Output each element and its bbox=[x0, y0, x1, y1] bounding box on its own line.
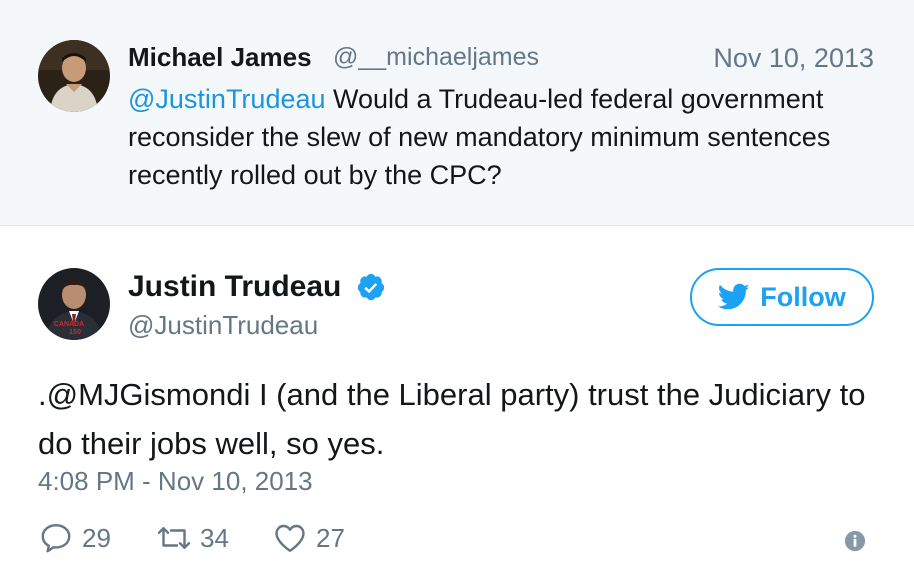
reply-context-block: Michael James @__michaeljames Nov 10, 20… bbox=[0, 0, 914, 226]
avatar-caption-line1: CANADA bbox=[54, 321, 84, 328]
follow-button[interactable]: Follow bbox=[690, 268, 874, 326]
reply-header: Michael James @__michaeljames Nov 10, 20… bbox=[128, 42, 874, 74]
tweet-actions: 29 34 27 bbox=[38, 520, 878, 556]
reply-mention-link[interactable]: @JustinTrudeau bbox=[128, 84, 326, 114]
speech-bubble-icon bbox=[41, 524, 71, 553]
justin-trudeau-avatar[interactable]: CANADA 150 bbox=[38, 268, 110, 340]
avatar-caption-line2: 150 bbox=[69, 329, 81, 336]
tweet-author-handle[interactable]: @JustinTrudeau bbox=[128, 310, 318, 341]
tweet-author-name[interactable]: Justin Trudeau bbox=[128, 270, 341, 304]
verified-badge-icon bbox=[357, 273, 384, 301]
michael-james-avatar[interactable] bbox=[38, 40, 110, 112]
retweet-icon bbox=[157, 527, 191, 549]
reply-author-name[interactable]: Michael James bbox=[128, 42, 312, 73]
like-action[interactable]: 27 bbox=[272, 520, 345, 556]
reply-author-handle[interactable]: @__michaeljames bbox=[333, 43, 539, 72]
retweet-action[interactable]: 34 bbox=[156, 520, 229, 556]
retweet-count: 34 bbox=[200, 522, 229, 553]
twitter-bird-icon bbox=[718, 283, 750, 310]
reply-count: 29 bbox=[82, 522, 111, 553]
tweet-timestamp[interactable]: 4:08 PM - Nov 10, 2013 bbox=[38, 466, 313, 497]
info-icon[interactable] bbox=[844, 530, 866, 552]
heart-icon bbox=[275, 524, 305, 552]
tweet-author-row: Justin Trudeau bbox=[128, 270, 386, 306]
reply-date[interactable]: Nov 10, 2013 bbox=[713, 43, 874, 74]
reply-text: @JustinTrudeau Would a Trudeau-led feder… bbox=[128, 80, 888, 194]
like-count: 27 bbox=[316, 522, 345, 553]
tweet-text: .@MJGismondi I (and the Liberal party) t… bbox=[38, 377, 866, 461]
follow-button-label: Follow bbox=[760, 281, 846, 312]
reply-action[interactable]: 29 bbox=[38, 520, 111, 556]
